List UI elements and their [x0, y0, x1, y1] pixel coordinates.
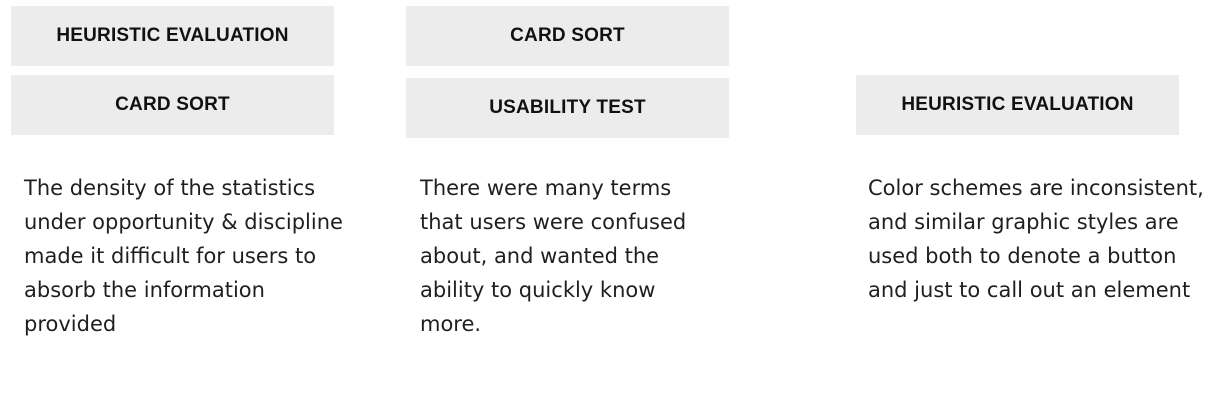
method-tag-heuristic-evaluation: HEURISTIC EVALUATION — [856, 75, 1179, 135]
method-tag-card-sort: CARD SORT — [406, 6, 729, 66]
method-tag-usability-test: USABILITY TEST — [406, 78, 729, 138]
method-tag-card-sort: CARD SORT — [11, 75, 334, 135]
method-tag-heuristic-evaluation: HEURISTIC EVALUATION — [11, 6, 334, 66]
finding-description: The density of the statistics under oppo… — [24, 176, 343, 336]
finding-description: Color schemes are inconsistent, and simi… — [868, 176, 1204, 302]
finding-description: There were many terms that users were co… — [420, 176, 687, 336]
